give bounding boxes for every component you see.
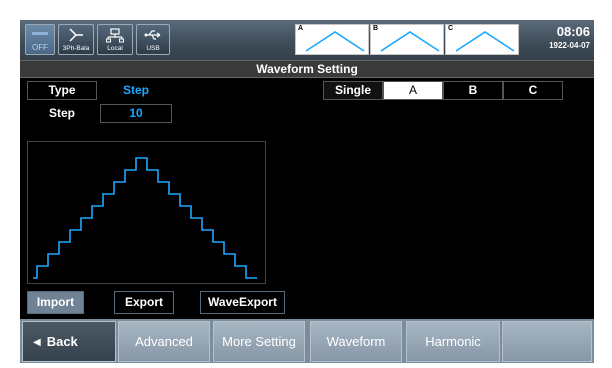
- phase-c-tab[interactable]: C: [503, 81, 563, 100]
- clock-time: 08:06: [556, 24, 590, 39]
- wave-export-button[interactable]: WaveExport: [200, 291, 285, 314]
- usb-button[interactable]: USB: [136, 24, 170, 55]
- waveform-line: [33, 157, 257, 279]
- output-indicator-icon: [32, 32, 48, 35]
- phase-a-preview[interactable]: A: [295, 24, 369, 55]
- output-off-label: OFF: [32, 43, 48, 52]
- type-label: Type: [27, 81, 97, 100]
- phase-a-preview-label: A: [298, 25, 304, 32]
- usb-icon: [144, 30, 161, 40]
- triangle-wave-icon: [380, 31, 440, 52]
- three-phase-icon: [69, 28, 83, 42]
- stepped-waveform: [33, 157, 257, 279]
- waveform-button[interactable]: Waveform: [310, 321, 402, 362]
- phase-b-preview-label: B: [373, 25, 379, 32]
- triangle-wave-icon: [455, 31, 515, 52]
- phase-c-preview-label: C: [448, 25, 454, 32]
- phase-b-tab[interactable]: B: [443, 81, 503, 100]
- export-button[interactable]: Export: [114, 291, 174, 314]
- clock-date: 1922-04-07: [549, 41, 590, 50]
- harmonic-button[interactable]: Harmonic: [406, 321, 500, 362]
- page-title: Waveform Setting: [20, 60, 594, 78]
- step-value-field[interactable]: 10: [100, 104, 172, 123]
- waveform-preview-panel: [27, 141, 266, 284]
- single-mode-label[interactable]: Single: [323, 81, 383, 100]
- advanced-button[interactable]: Advanced: [118, 321, 210, 362]
- three-phase-label: 3Ph-Bala: [62, 45, 90, 52]
- triangle-wave-icon: [305, 31, 365, 52]
- phase-c-preview[interactable]: C: [445, 24, 519, 55]
- back-button[interactable]: ◀ Back: [22, 321, 116, 362]
- device-screen: OFF 3Ph-Bala Local USB A B C 08:06 1922-…: [20, 20, 594, 363]
- phase-b-preview[interactable]: B: [370, 24, 444, 55]
- type-value-field[interactable]: Step: [100, 81, 172, 100]
- back-arrow-icon: ◀: [33, 337, 41, 348]
- usb-label: USB: [146, 45, 160, 52]
- phase-a-tab[interactable]: A: [383, 81, 443, 100]
- clock: 08:06 1922-04-07: [526, 23, 590, 55]
- more-setting-button[interactable]: More Setting: [213, 321, 305, 362]
- step-label: Step: [27, 104, 97, 123]
- output-off-button[interactable]: OFF: [25, 24, 55, 55]
- back-label: Back: [46, 334, 78, 349]
- empty-nav-button[interactable]: [502, 321, 592, 362]
- bottom-nav: ◀ Back Advanced More Setting Waveform Har…: [20, 319, 594, 363]
- network-icon: [106, 28, 124, 43]
- status-bar: OFF 3Ph-Bala Local USB A B C 08:06 1922-…: [20, 20, 594, 60]
- three-phase-button[interactable]: 3Ph-Bala: [58, 24, 94, 55]
- local-label: Local: [107, 45, 123, 52]
- import-button[interactable]: Import: [27, 291, 84, 314]
- local-button[interactable]: Local: [97, 24, 133, 55]
